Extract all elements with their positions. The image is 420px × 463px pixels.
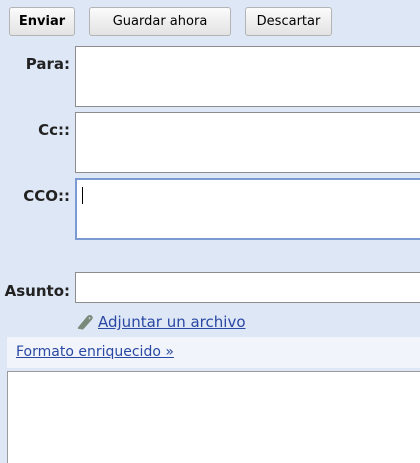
discard-button[interactable]: Descartar [245, 7, 332, 36]
paperclip-icon [77, 315, 93, 330]
cc-field[interactable] [75, 112, 420, 173]
to-field[interactable] [75, 46, 420, 107]
bcc-label: CCO:: [23, 187, 70, 205]
to-label: Para: [25, 55, 70, 73]
subject-field[interactable] [75, 272, 420, 303]
rich-format-bar: Formato enriquecido » [7, 337, 420, 368]
subject-label: Asunto: [4, 282, 70, 300]
attach-file-row[interactable]: Adjuntar un archivo [73, 311, 246, 333]
attach-file-link[interactable]: Adjuntar un archivo [98, 313, 246, 331]
send-button[interactable]: Enviar [9, 7, 75, 36]
save-now-button[interactable]: Guardar ahora [89, 7, 231, 36]
bcc-field[interactable] [75, 178, 420, 240]
message-body[interactable] [7, 371, 420, 463]
rich-format-link[interactable]: Formato enriquecido » [16, 344, 174, 360]
text-caret [82, 187, 83, 204]
cc-label: Cc:: [38, 121, 70, 139]
